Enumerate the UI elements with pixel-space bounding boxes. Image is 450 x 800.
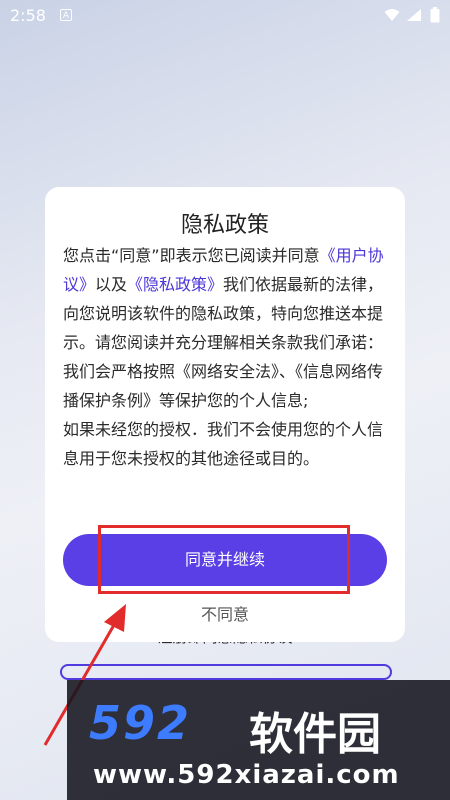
watermark-logo-number: 592 (89, 696, 192, 750)
watermark-logo-text: 软件园 (249, 709, 381, 760)
watermark-banner: 592 软件园 www.592xiazai.com (67, 680, 450, 800)
watermark-url: www.592xiazai.com (93, 760, 400, 790)
